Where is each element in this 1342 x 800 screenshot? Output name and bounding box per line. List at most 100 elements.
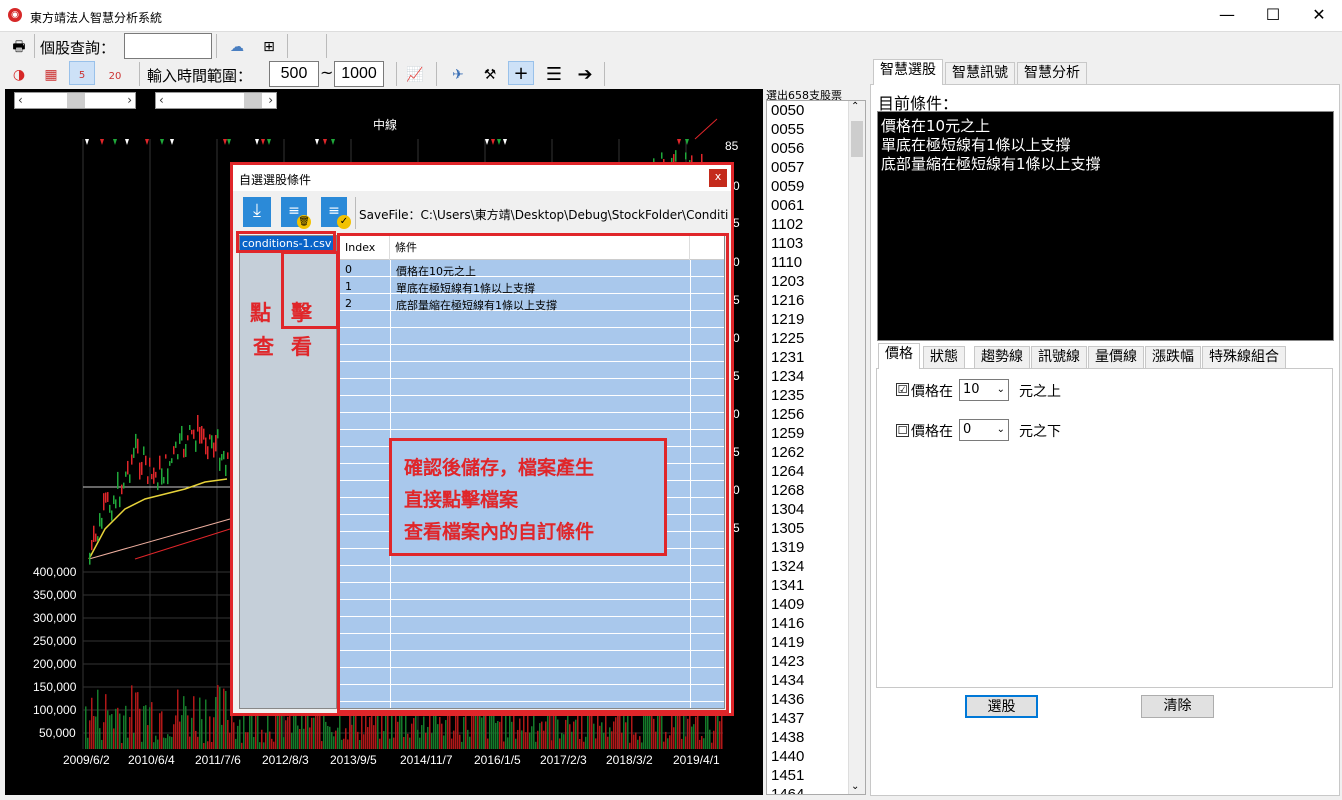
candle	[157, 482, 159, 491]
volume-bar	[487, 738, 489, 749]
scroll-down-icon[interactable]: ⌄	[851, 781, 859, 792]
volume-bar	[641, 742, 643, 749]
subtab-trendline[interactable]: 趨勢線	[974, 346, 1030, 368]
volume-bar	[503, 741, 505, 749]
price-below-select[interactable]: 0 ⌄	[959, 419, 1009, 441]
y-axis-label: 400,000	[33, 565, 77, 579]
tab-smart-analysis[interactable]: 智慧分析	[1017, 62, 1087, 84]
volume-bar	[635, 732, 637, 749]
satellite-icon[interactable]: ✈	[445, 62, 471, 86]
volume-bar	[129, 717, 131, 749]
download-save-icon[interactable]: ⤓	[243, 197, 271, 227]
volume-bar	[187, 715, 189, 749]
condition-line: 價格在10元之上	[881, 117, 991, 135]
volume-bar	[687, 718, 689, 749]
stock-list[interactable]: 0050 0055 0056 0057 0059 0061 1102 1103 1110 1203…	[766, 100, 866, 795]
clear-button[interactable]: 清除	[1141, 695, 1214, 718]
scroll-thumb[interactable]	[851, 121, 863, 157]
candle	[155, 471, 157, 478]
minimize-button[interactable]: —	[1204, 0, 1250, 32]
candle	[161, 468, 163, 485]
scroll-up-icon[interactable]: ⌃	[851, 101, 859, 112]
price-below-checkbox[interactable]: ☐	[896, 424, 909, 437]
confirm-file-icon[interactable]: ≡ ✓	[321, 197, 351, 229]
candle	[109, 504, 111, 513]
y-axis-label: 350,000	[33, 588, 77, 602]
volume-bar	[383, 731, 385, 749]
calendar-20-icon[interactable]: 20	[102, 62, 128, 86]
volume-bar	[203, 742, 205, 749]
volume-bar	[117, 707, 119, 749]
volume-bar	[347, 739, 349, 749]
volume-bar	[443, 735, 445, 749]
condition-line: 單底在極短線有1條以上支撐	[881, 136, 1071, 154]
price-above-select[interactable]: 10 ⌄	[959, 379, 1009, 401]
volume-bar	[101, 739, 103, 749]
trend-line	[134, 528, 231, 560]
volume-bar	[137, 692, 139, 749]
subtab-special-combo[interactable]: 特殊線組合	[1202, 346, 1286, 368]
tool-icon[interactable]: ⚒	[477, 62, 503, 86]
range-from-input[interactable]	[269, 61, 319, 87]
maximize-button[interactable]: ☐	[1250, 0, 1296, 32]
calendar-5-icon[interactable]: 5	[69, 61, 95, 85]
subtab-signal-line[interactable]: 訊號線	[1031, 346, 1087, 368]
volume-bar	[613, 721, 615, 749]
close-button[interactable]: ✕	[1296, 0, 1342, 32]
candle	[103, 493, 105, 511]
cloud-download-icon[interactable]: ☁	[224, 34, 250, 58]
tab-smart-select[interactable]: 智慧選股	[873, 59, 943, 85]
arrow-right-circle-icon[interactable]: ➔	[572, 62, 598, 86]
range-to-input[interactable]	[334, 61, 384, 87]
volume-bar	[517, 729, 519, 749]
candle	[175, 441, 177, 448]
volume-bar	[127, 737, 129, 749]
volume-bar	[91, 697, 93, 749]
line-chart-icon[interactable]: 📈	[402, 62, 428, 86]
tab-smart-signal[interactable]: 智慧訊號	[945, 62, 1015, 84]
volume-bar	[297, 725, 299, 749]
volume-bar	[421, 725, 423, 749]
volume-bar	[557, 719, 559, 749]
price-axis-label: 0	[733, 179, 740, 193]
volume-bar	[535, 741, 537, 749]
volume-bar	[495, 722, 497, 749]
subtab-change[interactable]: 漲跌幅	[1145, 346, 1201, 368]
pie-chart-icon[interactable]: ◑	[6, 62, 32, 86]
instruction-line: 確認後儲存，檔案產生	[404, 457, 595, 479]
signal-marker	[497, 139, 501, 145]
crosshair-icon[interactable]: +	[508, 61, 534, 85]
candle	[179, 433, 181, 444]
volume-bar	[551, 740, 553, 749]
candle	[105, 492, 107, 503]
candle	[93, 525, 95, 543]
volume-bar	[511, 721, 513, 749]
stock-list-scrollbar[interactable]: ⌃ ⌄	[848, 101, 865, 794]
volume-bar	[553, 712, 555, 749]
stock-query-input[interactable]	[124, 33, 212, 59]
dialog-close-button[interactable]: x	[709, 169, 727, 187]
volume-bar	[331, 732, 333, 749]
candle	[89, 552, 91, 565]
moving-average-line	[88, 478, 228, 560]
print-icon[interactable]: 🖶	[6, 34, 32, 58]
volume-bar	[205, 699, 207, 749]
calendar-day-icon[interactable]: ▦	[38, 62, 64, 86]
candle	[137, 438, 139, 454]
volume-bar	[719, 721, 721, 749]
volume-bar	[239, 719, 241, 749]
tree-icon[interactable]: ⊞	[256, 34, 282, 58]
volume-bar	[121, 742, 123, 749]
menu-lines-icon[interactable]: ☰	[541, 62, 567, 86]
subtab-volume-price[interactable]: 量價線	[1088, 346, 1144, 368]
candle	[131, 454, 133, 465]
volume-bar	[515, 738, 517, 749]
subtab-state[interactable]: 狀態	[923, 346, 965, 368]
select-stocks-button[interactable]: 選股	[965, 695, 1038, 718]
price-above-checkbox[interactable]: ☑	[896, 383, 909, 396]
volume-bar	[89, 720, 91, 749]
delete-file-icon[interactable]: ≡ 🗑	[281, 197, 311, 229]
volume-bar	[573, 721, 575, 749]
candle	[147, 476, 149, 484]
subtab-price[interactable]: 價格	[878, 343, 920, 369]
